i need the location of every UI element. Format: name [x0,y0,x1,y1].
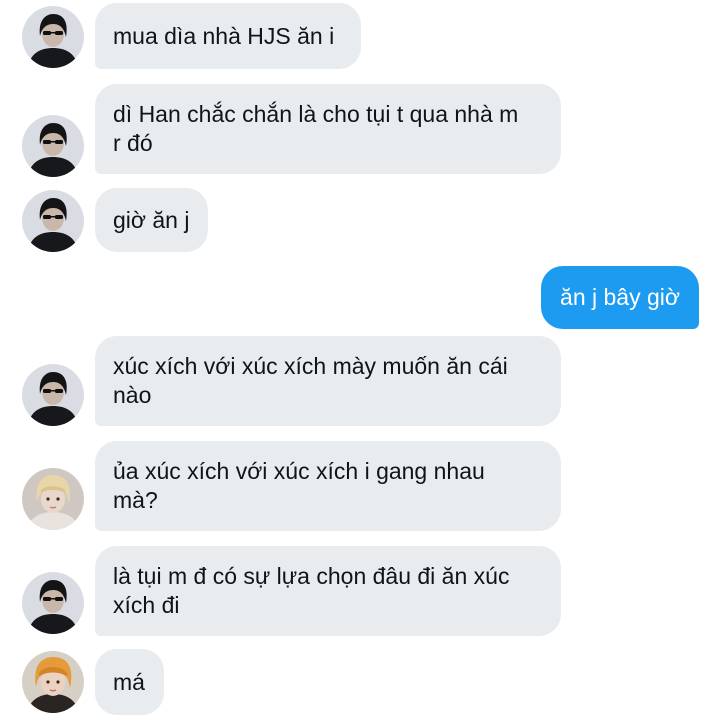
avatar-dark-hair-icon[interactable] [22,6,84,68]
message-row: dì Han chắc chắn là cho tụi t qua nhà m … [0,82,720,178]
avatar-orange-hair-icon[interactable] [22,651,84,713]
avatar-blonde-hair-icon[interactable] [22,468,84,530]
message-thread: mua dìa nhà HJS ăn i dì Han chắc chắn là… [0,0,720,720]
message-bubble[interactable]: dì Han chắc chắn là cho tụi t qua nhà m … [95,84,561,174]
message-row: ủa xúc xích với xúc xích i gang nhau mà? [0,440,720,536]
message-row: xúc xích với xúc xích mày muốn ăn cái nà… [0,336,720,432]
message-row: giờ ăn j [0,186,720,256]
avatar-dark-hair-icon[interactable] [22,190,84,252]
message-bubble[interactable]: là tụi m đ có sự lựa chọn đâu đi ăn xúc … [95,546,561,636]
message-bubble-outgoing[interactable]: ăn j bây giờ [541,266,699,329]
message-row: mua dìa nhà HJS ăn i [0,0,720,80]
message-bubble[interactable]: xúc xích với xúc xích mày muốn ăn cái nà… [95,336,561,426]
avatar-dark-hair-icon[interactable] [22,572,84,634]
message-bubble[interactable]: mua dìa nhà HJS ăn i [95,3,361,69]
message-row: má [0,648,720,720]
message-row: là tụi m đ có sự lựa chọn đâu đi ăn xúc … [0,544,720,640]
message-bubble[interactable]: má [95,649,164,715]
avatar-dark-hair-icon[interactable] [22,364,84,426]
message-bubble[interactable]: giờ ăn j [95,188,208,252]
message-row-outgoing: ăn j bây giờ [0,264,720,332]
message-bubble[interactable]: ủa xúc xích với xúc xích i gang nhau mà? [95,441,561,531]
avatar-dark-hair-icon[interactable] [22,115,84,177]
